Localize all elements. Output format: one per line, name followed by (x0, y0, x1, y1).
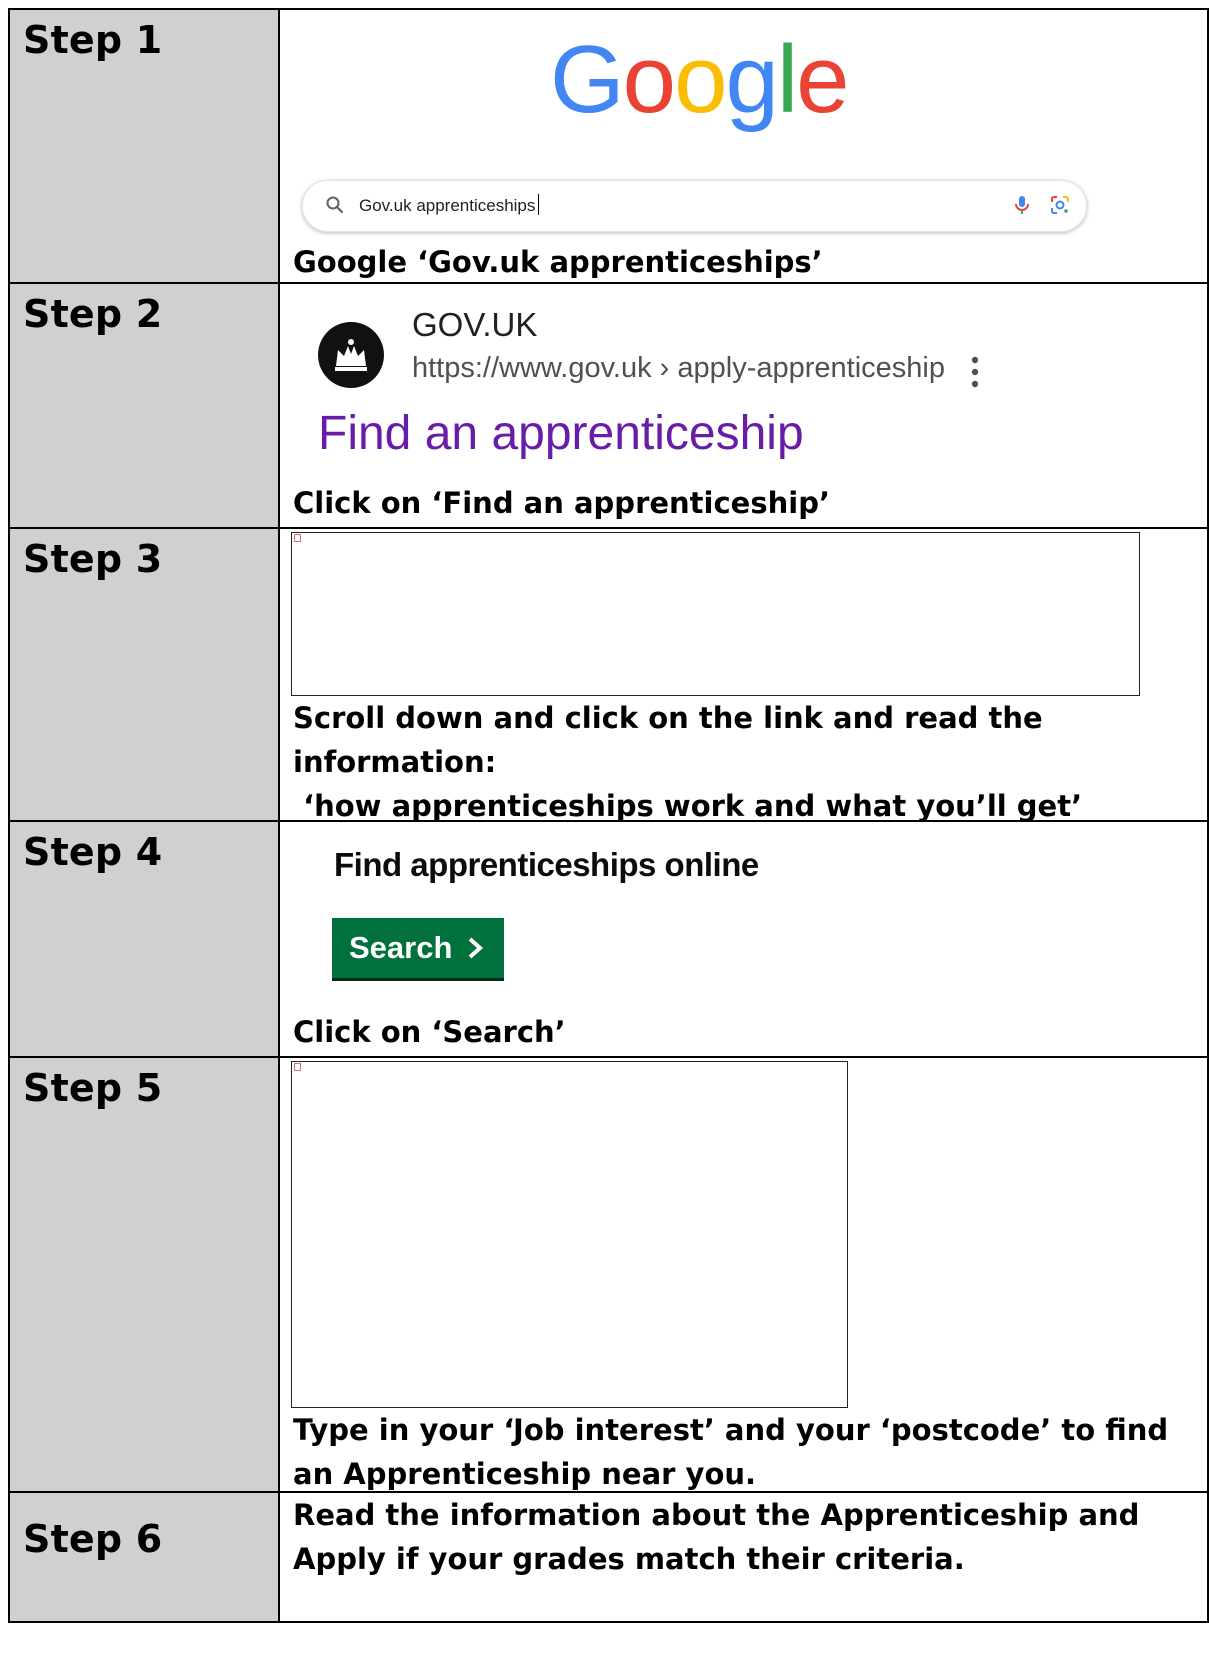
step-label-cell: Step 1 (8, 8, 280, 284)
step-content-cell: Google Gov.uk apprenticeships Google ‘Go… (278, 8, 1209, 284)
step-caption: Click on ‘Search’ (293, 1015, 566, 1049)
step-label: Step 3 (23, 537, 163, 581)
find-apprenticeships-heading: Find apprenticeships online (334, 846, 759, 883)
step-label-cell: Step 4 (8, 820, 280, 1058)
govuk-crown-logo (318, 322, 384, 388)
step-label-cell: Step 2 (8, 282, 280, 529)
result-title-link[interactable]: Find an apprenticeship (318, 406, 804, 461)
step-caption: Click on ‘Find an apprenticeship’ (293, 486, 830, 520)
step-row-4: Step 4 Find apprenticeships online Searc… (8, 820, 1209, 1058)
step-content-cell: Scroll down and click on the link and re… (278, 527, 1209, 823)
result-site-name: GOV.UK (412, 306, 538, 343)
search-icon[interactable] (323, 193, 347, 217)
step-row-5: Step 5 Type in your ‘Job interest’ and y… (8, 1056, 1209, 1493)
logo-letter: g (725, 26, 778, 133)
step-content-cell: Read the information about the Apprentic… (278, 1491, 1209, 1623)
step-label: Step 1 (23, 18, 163, 62)
text-caret (538, 194, 540, 215)
google-logo: Google (550, 30, 850, 130)
image-placeholder (291, 1061, 848, 1408)
chevron-right-icon (469, 937, 484, 959)
step-row-6: Step 6 Read the information about the Ap… (8, 1491, 1209, 1623)
step-caption-line: Read the information about the Apprentic… (293, 1498, 1140, 1532)
crown-icon (335, 339, 367, 371)
step-caption-line: information: (293, 745, 497, 779)
step-caption-line: Scroll down and click on the link and re… (293, 701, 1043, 735)
logo-letter: l (776, 26, 798, 133)
step-caption: Google ‘Gov.uk apprenticeships’ (293, 245, 823, 279)
broken-image-icon (294, 1063, 301, 1071)
logo-letter: o (674, 26, 727, 133)
step-label: Step 4 (23, 830, 163, 874)
logo-letter: o (622, 26, 676, 133)
step-row-1: Step 1 Google Gov.uk apprenticeships Goo… (8, 8, 1209, 284)
step-content-cell: Type in your ‘Job interest’ and your ‘po… (278, 1056, 1209, 1493)
search-button[interactable]: Search (332, 918, 504, 978)
step-label-cell: Step 5 (8, 1056, 280, 1493)
step-label: Step 6 (23, 1517, 163, 1561)
step-row-2: Step 2 GOV.UK https://www.gov.uk › apply… (8, 282, 1209, 529)
logo-letter: G (550, 26, 625, 133)
result-url[interactable]: https://www.gov.uk › apply-apprenticeshi… (412, 352, 945, 385)
search-input[interactable]: Gov.uk apprenticeships (359, 194, 540, 216)
step-label: Step 2 (23, 292, 163, 336)
step-caption-line: Type in your ‘Job interest’ and your ‘po… (293, 1413, 1169, 1447)
step-label-cell: Step 3 (8, 527, 280, 822)
logo-letter: e (796, 26, 849, 133)
step-label: Step 5 (23, 1066, 163, 1110)
step-content-cell: GOV.UK https://www.gov.uk › apply-appren… (278, 282, 1209, 529)
step-label-cell: Step 6 (8, 1491, 280, 1623)
step-caption-line: an Apprenticeship near you. (293, 1457, 757, 1491)
google-search-box[interactable]: Gov.uk apprenticeships (302, 180, 1087, 232)
google-lens-icon[interactable] (1048, 193, 1072, 217)
more-options-icon[interactable] (970, 355, 980, 389)
step-row-3: Step 3 Scroll down and click on the link… (8, 527, 1209, 823)
search-input-value: Gov.uk apprenticeships (359, 196, 536, 215)
microphone-icon[interactable] (1011, 193, 1033, 217)
search-button-label: Search (349, 930, 453, 965)
steps-table: Step 1 Google Gov.uk apprenticeships Goo… (8, 8, 1209, 1623)
step-caption-line: Apply if your grades match their criteri… (293, 1542, 965, 1576)
broken-image-icon (294, 534, 301, 542)
image-placeholder (291, 532, 1140, 696)
step-content-cell: Find apprenticeships online Search Click… (278, 820, 1209, 1058)
